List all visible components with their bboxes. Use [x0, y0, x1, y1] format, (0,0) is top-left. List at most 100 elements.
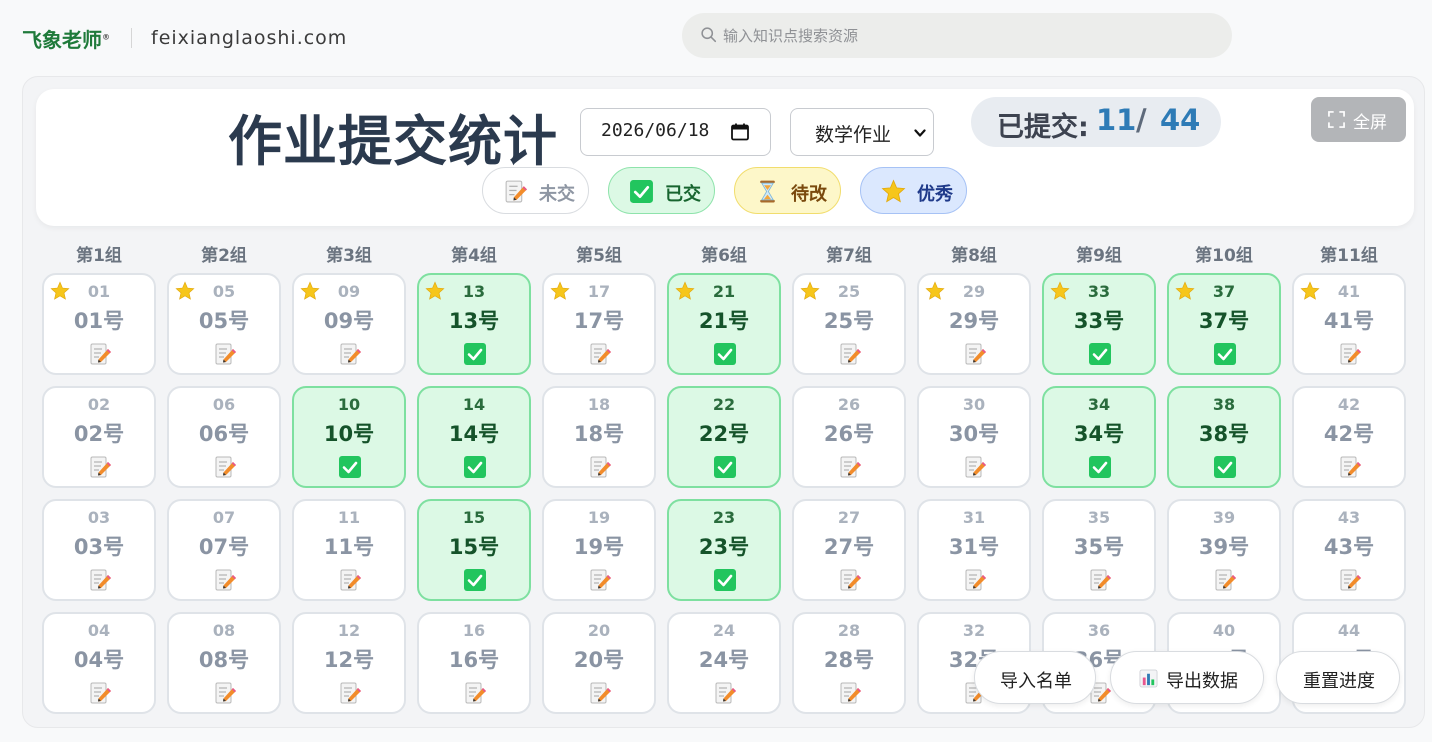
student-card[interactable]: 09 09号 — [292, 273, 406, 375]
student-card[interactable]: 43 43号 — [1292, 499, 1406, 601]
legend-submitted[interactable]: 已交 — [608, 167, 715, 214]
import-roster-button[interactable]: 导入名单 — [974, 651, 1096, 704]
seat-number: 18 — [587, 395, 611, 414]
memo-icon — [215, 569, 236, 591]
date-input[interactable]: 2026/06/18 — [580, 108, 771, 156]
legend-to-review[interactable]: 待改 — [734, 167, 841, 214]
student-card[interactable]: 26 26号 — [792, 386, 906, 488]
export-data-button[interactable]: 导出数据 — [1110, 651, 1264, 704]
memo-icon — [215, 682, 236, 704]
seat-number: 42 — [1337, 395, 1361, 414]
submitted-count: 11 — [1096, 103, 1137, 137]
student-card[interactable]: 04 04号 — [42, 612, 156, 714]
student-name: 08号 — [198, 648, 250, 672]
student-card[interactable]: 01 01号 — [42, 273, 156, 375]
student-card[interactable]: 17 17号 — [542, 273, 656, 375]
student-card[interactable]: 42 42号 — [1292, 386, 1406, 488]
student-card[interactable]: 15 15号 — [417, 499, 531, 601]
student-card[interactable]: 02 02号 — [42, 386, 156, 488]
reset-progress-button[interactable]: 重置进度 — [1276, 651, 1400, 704]
search-placeholder: 输入知识点搜索资源 — [723, 27, 859, 45]
seat-number: 44 — [1337, 621, 1361, 640]
seat-number: 27 — [837, 508, 861, 527]
student-card[interactable]: 29 29号 — [917, 273, 1031, 375]
subject-select[interactable]: 数学作业 — [790, 108, 934, 156]
student-card[interactable]: 07 07号 — [167, 499, 281, 601]
student-name: 21号 — [698, 309, 750, 333]
student-name: 05号 — [198, 309, 250, 333]
memo-icon — [590, 456, 611, 478]
seat-number: 13 — [462, 282, 486, 301]
brand-logo[interactable]: 飞象老师® — [22, 24, 110, 53]
memo-icon — [340, 343, 361, 365]
registered-mark: ® — [102, 32, 110, 42]
student-card[interactable]: 24 24号 — [667, 612, 781, 714]
student-card[interactable]: 25 25号 — [792, 273, 906, 375]
student-name: 03号 — [73, 535, 125, 559]
student-card[interactable]: 28 28号 — [792, 612, 906, 714]
check-box-icon — [1214, 456, 1236, 478]
student-card[interactable]: 38 38号 — [1167, 386, 1281, 488]
student-name: 20号 — [573, 648, 625, 672]
memo-icon — [965, 456, 986, 478]
student-name: 26号 — [823, 422, 875, 446]
legend-excellent[interactable]: 优秀 — [860, 167, 967, 214]
student-card[interactable]: 27 27号 — [792, 499, 906, 601]
legend-unsubmitted[interactable]: 未交 — [482, 167, 589, 214]
student-card[interactable]: 31 31号 — [917, 499, 1031, 601]
student-name: 31号 — [948, 535, 1000, 559]
student-card[interactable]: 37 37号 — [1167, 273, 1281, 375]
student-name: 07号 — [198, 535, 250, 559]
student-card[interactable]: 18 18号 — [542, 386, 656, 488]
student-card[interactable]: 39 39号 — [1167, 499, 1281, 601]
student-card[interactable]: 05 05号 — [167, 273, 281, 375]
seat-number: 31 — [962, 508, 986, 527]
student-card[interactable]: 34 34号 — [1042, 386, 1156, 488]
student-name: 27号 — [823, 535, 875, 559]
student-card[interactable]: 41 41号 — [1292, 273, 1406, 375]
seat-number: 03 — [87, 508, 111, 527]
student-card[interactable]: 14 14号 — [417, 386, 531, 488]
student-card[interactable]: 30 30号 — [917, 386, 1031, 488]
search-input[interactable]: 输入知识点搜索资源 — [682, 13, 1232, 58]
group-label: 第10组 — [1195, 246, 1253, 266]
student-card[interactable]: 19 19号 — [542, 499, 656, 601]
student-name: 34号 — [1073, 422, 1125, 446]
seat-number: 22 — [712, 395, 736, 414]
student-card[interactable]: 13 13号 — [417, 273, 531, 375]
memo-icon — [90, 569, 111, 591]
student-card[interactable]: 08 08号 — [167, 612, 281, 714]
student-name: 22号 — [698, 422, 750, 446]
export-data-label: 导出数据 — [1166, 671, 1238, 692]
student-card[interactable]: 20 20号 — [542, 612, 656, 714]
student-name: 13号 — [448, 309, 500, 333]
date-value: 2026/06/18 — [601, 120, 710, 141]
student-card[interactable]: 06 06号 — [167, 386, 281, 488]
student-card[interactable]: 11 11号 — [292, 499, 406, 601]
student-card[interactable]: 21 21号 — [667, 273, 781, 375]
seat-number: 35 — [1087, 508, 1111, 527]
fullscreen-button[interactable]: 全屏 — [1311, 97, 1406, 142]
student-card[interactable]: 35 35号 — [1042, 499, 1156, 601]
hourglass-icon — [760, 180, 775, 203]
student-card[interactable]: 12 12号 — [292, 612, 406, 714]
student-card[interactable]: 10 10号 — [292, 386, 406, 488]
student-card[interactable]: 33 33号 — [1042, 273, 1156, 375]
search-icon — [701, 27, 717, 43]
student-name: 39号 — [1198, 535, 1250, 559]
memo-icon — [965, 343, 986, 365]
seat-number: 07 — [212, 508, 236, 527]
site-domain[interactable]: feixianglaoshi.com — [151, 27, 347, 49]
group-label: 第11组 — [1320, 246, 1378, 266]
student-card[interactable]: 16 16号 — [417, 612, 531, 714]
check-box-icon — [464, 569, 486, 591]
student-card[interactable]: 03 03号 — [42, 499, 156, 601]
calendar-icon[interactable] — [730, 122, 750, 142]
student-card[interactable]: 22 22号 — [667, 386, 781, 488]
check-box-icon — [714, 343, 736, 365]
student-name: 01号 — [73, 309, 125, 333]
seat-number: 09 — [337, 282, 361, 301]
student-name: 33号 — [1073, 309, 1125, 333]
check-box-icon — [464, 456, 486, 478]
student-card[interactable]: 23 23号 — [667, 499, 781, 601]
